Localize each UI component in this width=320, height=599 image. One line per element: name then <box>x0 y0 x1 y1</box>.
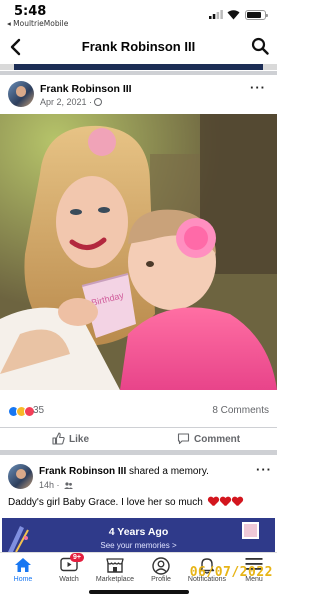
post-time-text: 14h · <box>39 480 60 490</box>
status-bar: 5:48 ◂ MoultrieMobile <box>0 0 277 30</box>
divider <box>0 450 277 455</box>
memory-link[interactable]: See your memories > <box>2 541 275 550</box>
post-date: Apr 2, 2021 · <box>40 97 103 107</box>
thumbs-up-icon <box>52 432 65 445</box>
post-date-text: Apr 2, 2021 · <box>40 97 93 107</box>
friends-icon <box>64 482 74 489</box>
back-to-app-link[interactable]: ◂ MoultrieMobile <box>7 19 68 28</box>
post-text: Daddy's girl Baby Grace. I love her so m… <box>8 497 242 508</box>
comment-bubble-icon <box>177 433 190 445</box>
more-options-icon[interactable]: ··· <box>256 462 272 477</box>
post-action-text: shared a memory. <box>126 466 209 477</box>
post-actions: Like Comment <box>0 427 277 449</box>
nav-home[interactable]: Home <box>0 553 46 593</box>
nav-label: Marketplace <box>95 576 135 583</box>
like-button[interactable]: Like <box>52 432 89 445</box>
battery-icon <box>245 10 268 20</box>
comment-button[interactable]: Comment <box>177 432 240 445</box>
comment-label: Comment <box>194 434 241 445</box>
nav-label: Profile <box>151 576 171 583</box>
nav-profile[interactable]: Profile <box>138 553 184 593</box>
avatar[interactable] <box>8 464 33 489</box>
more-options-icon[interactable]: ··· <box>250 80 266 95</box>
profile-icon <box>152 557 170 575</box>
photo-date-stamp: 06/07/2022 <box>189 565 273 580</box>
cellular-signal-icon <box>209 10 223 19</box>
like-label: Like <box>69 434 90 445</box>
heart-emoji-icon <box>208 497 218 506</box>
home-icon <box>15 558 31 572</box>
reaction-count[interactable]: 35 <box>33 405 44 416</box>
heart-emoji-icon <box>232 497 242 506</box>
page-title: Frank Robinson III <box>81 39 196 54</box>
memory-title: 4 Years Ago <box>108 526 169 538</box>
post-author[interactable]: Frank Robinson III <box>40 83 132 95</box>
search-icon[interactable] <box>251 37 269 55</box>
memory-card[interactable]: 4 Years Ago See your memories > <box>2 518 275 552</box>
nav-watch[interactable]: 9+ Watch <box>46 553 92 593</box>
clock: 5:48 <box>14 4 47 19</box>
wifi-icon <box>227 10 240 20</box>
nav-label: Home <box>13 576 33 583</box>
post-author[interactable]: Frank Robinson III <box>39 466 126 477</box>
post-time: 14h · <box>39 480 74 490</box>
memory-thumbnail <box>242 522 259 539</box>
globe-icon <box>94 98 103 106</box>
marketplace-icon <box>106 558 124 573</box>
previous-post-image-edge <box>0 64 277 70</box>
nav-marketplace[interactable]: Marketplace <box>92 553 138 593</box>
post-text-content: Daddy's girl Baby Grace. I love her so m… <box>8 497 203 508</box>
photo-illustration: Birthday <box>0 114 277 390</box>
page-header: Frank Robinson III <box>0 33 277 61</box>
post-author-line: Frank Robinson III shared a memory. <box>39 466 209 477</box>
avatar[interactable] <box>8 81 34 107</box>
home-indicator <box>89 590 189 594</box>
divider <box>0 71 277 75</box>
nav-label: Watch <box>59 576 79 583</box>
comments-count[interactable]: 8 Comments <box>212 405 269 416</box>
post-photo[interactable]: Birthday <box>0 114 277 390</box>
notification-badge: 9+ <box>70 553 84 562</box>
heart-emoji-icon <box>220 497 230 506</box>
